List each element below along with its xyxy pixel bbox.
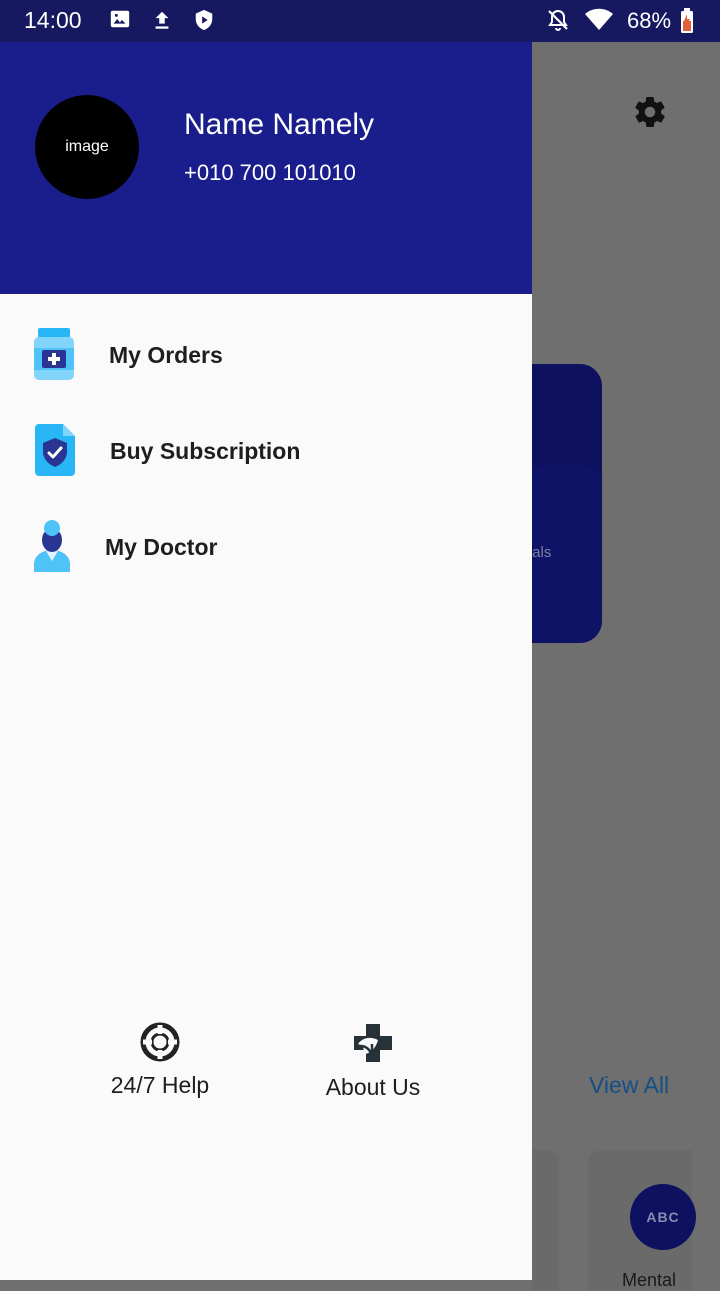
menu-item-my-doctor[interactable]: My Doctor (0, 506, 532, 586)
avatar[interactable]: image (35, 95, 139, 199)
menu-item-label: My Orders (109, 342, 223, 368)
status-time: 14:00 (24, 7, 82, 33)
lifebuoy-icon (100, 1022, 220, 1062)
category-label: Mental (622, 1270, 677, 1290)
menu-item-label: My Doctor (105, 534, 218, 560)
shield-play-icon (193, 8, 215, 37)
bell-off-icon (546, 8, 570, 37)
medical-cross-leaf-icon (313, 1022, 433, 1064)
menu-item-buy-subscription[interactable]: Buy Subscription (0, 410, 532, 490)
help-button[interactable]: 24/7 Help (100, 1022, 220, 1099)
navigation-drawer: image Name Namely +010 700 101010 My Ord… (0, 42, 532, 1280)
about-us-button[interactable]: About Us (313, 1022, 433, 1101)
shield-document-icon (35, 424, 75, 481)
image-icon (109, 8, 131, 35)
menu-item-label: Buy Subscription (110, 438, 301, 464)
gear-icon[interactable] (632, 94, 668, 135)
drawer-header: image Name Namely +010 700 101010 (0, 42, 532, 294)
promo-card[interactable]: tals (532, 364, 602, 643)
user-phone: +010 700 101010 (184, 160, 356, 185)
upload-icon (151, 8, 173, 37)
battery-percent: 68% (627, 8, 672, 33)
doctor-icon (34, 520, 70, 577)
medicine-bottle-icon (34, 328, 74, 385)
category-tile[interactable] (532, 1150, 559, 1290)
help-label: 24/7 Help (110, 1072, 210, 1098)
view-all-link[interactable]: View All (589, 1072, 669, 1099)
status-bar: 14:00 68% (0, 0, 720, 42)
category-avatar: ABC (630, 1184, 696, 1250)
promo-card-label: tals (532, 544, 552, 561)
user-name: Name Namely (184, 108, 375, 141)
wifi-icon (584, 8, 614, 37)
battery-charging-icon (680, 8, 694, 39)
menu-item-my-orders[interactable]: My Orders (0, 314, 532, 394)
about-us-label: About Us (325, 1074, 421, 1100)
